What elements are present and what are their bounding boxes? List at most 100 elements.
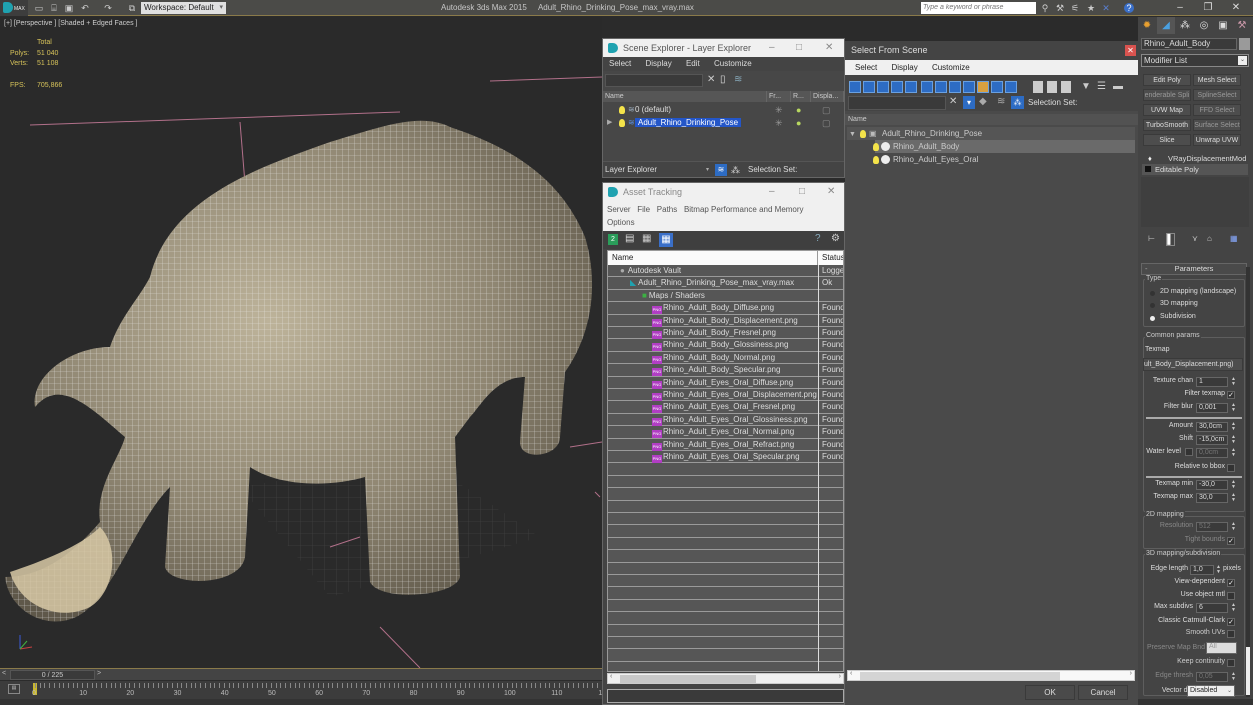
spinner-icon[interactable]: ▲ ▼: [1231, 422, 1236, 432]
filter-bones-icon[interactable]: [963, 81, 975, 93]
cancel-button[interactable]: Cancel: [1078, 685, 1128, 700]
filter-spacewarps-icon[interactable]: [921, 81, 933, 93]
asset-row[interactable]: PNG Rhino_Adult_Eyes_Oral_Fresnel.png Foun…: [608, 401, 843, 414]
prev-frame-button[interactable]: <: [2, 670, 6, 677]
radio-3d-mapping[interactable]: [1150, 303, 1155, 308]
time-slider[interactable]: < 0 / 225 >: [0, 668, 602, 680]
asset-row[interactable]: ◣ Adult_Rhino_Drinking_Pose_max_vray.max O…: [608, 277, 843, 290]
close-button[interactable]: ✕: [1125, 45, 1136, 56]
menu-customize[interactable]: Customize: [714, 59, 752, 68]
keep-continuity-checkbox[interactable]: [1227, 659, 1235, 667]
modify-tab-icon[interactable]: ◢: [1157, 17, 1175, 34]
menu-display[interactable]: Display: [891, 63, 917, 72]
table-view-icon[interactable]: ▦: [659, 233, 673, 247]
radio-subdivision[interactable]: [1150, 316, 1155, 321]
save-file-icon[interactable]: ▣: [64, 3, 74, 13]
select-invert-icon[interactable]: [1061, 81, 1071, 93]
texmap-button[interactable]: ult_Body_Displacement.png): [1143, 358, 1243, 371]
freeze-icon[interactable]: ✳: [775, 118, 783, 129]
new-layer-icon[interactable]: ▯: [720, 74, 726, 85]
chevron-down-icon[interactable]: ▾: [706, 162, 709, 178]
help-icon[interactable]: ?: [1124, 3, 1134, 13]
vault-settings-icon[interactable]: ⚙: [831, 233, 840, 244]
pin-stack-icon[interactable]: ⊢: [1148, 234, 1155, 243]
layer-row-default[interactable]: ≋ 0 (default): [605, 104, 767, 116]
binoculars-icon[interactable]: ⚲: [1040, 3, 1050, 13]
lightbulb-icon[interactable]: [619, 106, 625, 114]
make-unique-icon[interactable]: ⋎: [1192, 234, 1198, 243]
filter-geometry-icon[interactable]: [849, 81, 861, 93]
spinner-icon[interactable]: ▲ ▼: [1231, 448, 1236, 458]
vertical-scrollbar[interactable]: [1246, 267, 1250, 697]
spinner-icon[interactable]: ▲ ▼: [1231, 603, 1236, 613]
modifier-button-turbosmooth[interactable]: TurboSmooth: [1143, 119, 1191, 131]
clear-search-icon[interactable]: ✕: [949, 96, 957, 107]
ok-button[interactable]: OK: [1025, 685, 1075, 700]
filter-funnel-icon[interactable]: ▼: [1081, 81, 1091, 92]
filter-frozen-icon[interactable]: [991, 81, 1003, 93]
resolution-field[interactable]: 512: [1196, 522, 1228, 532]
render-teapot-icon[interactable]: ●: [796, 118, 801, 128]
close-button[interactable]: ✕: [825, 39, 833, 57]
water-level-checkbox[interactable]: [1185, 448, 1193, 456]
thumbnail-view-icon[interactable]: ▦: [642, 233, 651, 244]
modifier-button-edit-poly[interactable]: Edit Poly: [1143, 74, 1191, 86]
satellite-icon[interactable]: ⚟: [1070, 3, 1080, 13]
stack-item-editable-poly[interactable]: Editable Poly: [1142, 164, 1248, 175]
redo-icon[interactable]: ↷: [103, 3, 113, 13]
menu-options[interactable]: Options: [607, 218, 635, 227]
select-from-scene-search[interactable]: [848, 96, 946, 110]
asset-row[interactable]: PNG Rhino_Adult_Body_Glossiness.png Found: [608, 339, 843, 352]
explorer-type-dropdown[interactable]: Layer Explorer: [605, 162, 705, 178]
spinner-icon[interactable]: ▲ ▼: [1231, 377, 1236, 387]
remove-modifier-icon[interactable]: ⌂: [1207, 234, 1212, 243]
hierarchy-sort-icon[interactable]: ⁂: [1011, 96, 1024, 109]
tree-item-adult-rhino-drinking-pose[interactable]: ▼ ▣ Adult_Rhino_Drinking_Pose: [849, 128, 982, 140]
columns-icon[interactable]: ▬: [1113, 81, 1123, 92]
menu-edit[interactable]: Edit: [686, 59, 700, 68]
lightbulb-icon[interactable]: [860, 130, 866, 138]
perspective-viewport[interactable]: [+] [Perspective ] [Shaded + Edged Faces…: [0, 17, 602, 668]
display-tab-icon[interactable]: ▣: [1214, 17, 1232, 34]
spinner-icon[interactable]: ▲ ▼: [1231, 480, 1236, 490]
vault-help-icon[interactable]: ?: [815, 233, 821, 244]
minimize-button[interactable]: –: [769, 39, 775, 57]
lightbulb-icon[interactable]: [619, 119, 625, 127]
column-render[interactable]: R...: [791, 91, 811, 102]
relative-to-bbox-checkbox[interactable]: [1227, 464, 1235, 472]
texture-channel-field[interactable]: 1: [1196, 377, 1228, 387]
scene-explorer-titlebar[interactable]: Scene Explorer - Layer Explorer – □ ✕: [603, 39, 844, 57]
lightbulb-icon[interactable]: ♦: [1148, 153, 1152, 164]
smooth-uvs-checkbox[interactable]: [1227, 630, 1235, 638]
preserve-map-dropdown[interactable]: All: [1206, 642, 1237, 654]
scrollbar-thumb[interactable]: [860, 672, 1060, 680]
lightbulb-icon[interactable]: [873, 156, 879, 164]
column-name[interactable]: Name: [608, 251, 818, 265]
favorites-star-icon[interactable]: ★: [1086, 3, 1096, 13]
spinner-icon[interactable]: ▲ ▼: [1216, 565, 1221, 575]
menu-paths[interactable]: Paths: [657, 205, 677, 214]
close-button[interactable]: ✕: [827, 183, 835, 201]
modifier-button-mesh-select[interactable]: Mesh Select: [1193, 74, 1241, 86]
scroll-left-icon[interactable]: ‹: [850, 670, 852, 677]
maximize-button[interactable]: □: [799, 183, 805, 201]
asset-tracking-titlebar[interactable]: Asset Tracking – □ ✕: [603, 183, 844, 201]
minimize-button[interactable]: –: [769, 183, 775, 201]
select-children-icon[interactable]: ▾: [963, 96, 975, 109]
column-status[interactable]: Status: [818, 251, 843, 265]
parameters-rollout-header[interactable]: - Parameters: [1141, 263, 1247, 275]
stack-item-vray-displacement[interactable]: ♦ VRayDisplacementMod: [1142, 153, 1248, 164]
restore-button[interactable]: ❐: [1198, 1, 1218, 15]
viewport-label[interactable]: [+] [Perspective ] [Shaded + Edged Faces…: [4, 20, 137, 27]
asset-row[interactable]: PNG Rhino_Adult_Body_Normal.png Found: [608, 352, 843, 365]
create-tab-icon[interactable]: ✹: [1138, 17, 1156, 34]
scrollbar-thumb[interactable]: [620, 675, 756, 683]
asset-row[interactable]: PNG Rhino_Adult_Body_Specular.png Found: [608, 364, 843, 377]
filter-xrefs-icon[interactable]: [949, 81, 961, 93]
menu-bitmap-performance[interactable]: Bitmap Performance and Memory: [684, 205, 804, 214]
refresh-icon[interactable]: 2: [608, 234, 618, 245]
menu-server[interactable]: Server: [607, 205, 631, 214]
modifier-button-slice[interactable]: Slice: [1143, 134, 1191, 146]
layer-sort-icon[interactable]: ≋: [997, 96, 1005, 107]
configure-modifier-sets-icon[interactable]: ▦: [1230, 234, 1238, 243]
